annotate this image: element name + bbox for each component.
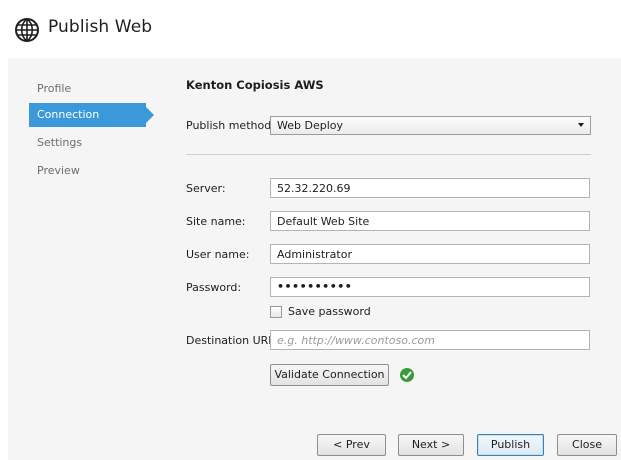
- close-button[interactable]: Close: [557, 434, 617, 456]
- nav-item-connection[interactable]: Connection: [29, 103, 154, 127]
- save-password-label[interactable]: Save password: [288, 305, 371, 318]
- nav-item-settings[interactable]: Settings: [37, 133, 82, 153]
- nav-item-profile[interactable]: Profile: [37, 79, 71, 99]
- globe-icon: [14, 17, 40, 43]
- publish-method-label: Publish method:: [186, 119, 275, 132]
- dialog-title: Publish Web: [48, 17, 153, 37]
- user-name-input[interactable]: [270, 244, 590, 264]
- dropdown-arrow-icon: [578, 123, 584, 127]
- validation-success-icon: [400, 368, 414, 382]
- publish-method-select[interactable]: Web Deploy: [270, 116, 591, 135]
- publish-button[interactable]: Publish: [477, 434, 544, 456]
- section-divider: [186, 154, 591, 155]
- save-password-checkbox[interactable]: [270, 306, 282, 318]
- user-name-label: User name:: [186, 248, 250, 261]
- dialog-content: Profile Connection Settings Preview Kent…: [8, 58, 621, 460]
- destination-url-input[interactable]: [270, 330, 590, 350]
- site-name-label: Site name:: [186, 215, 246, 228]
- password-input[interactable]: ••••••••••: [270, 277, 590, 297]
- profile-name: Kenton Copiosis AWS: [186, 78, 324, 92]
- dialog-header: Publish Web: [0, 0, 621, 56]
- prev-button[interactable]: < Prev: [317, 434, 386, 456]
- destination-url-label: Destination URL:: [186, 334, 279, 347]
- server-label: Server:: [186, 182, 226, 195]
- password-label: Password:: [186, 281, 242, 294]
- nav-item-preview[interactable]: Preview: [37, 161, 80, 181]
- site-name-input[interactable]: [270, 211, 590, 231]
- publish-method-value: Web Deploy: [277, 119, 343, 132]
- validate-connection-button[interactable]: Validate Connection: [270, 364, 389, 386]
- next-button[interactable]: Next >: [398, 434, 464, 456]
- server-input[interactable]: [270, 178, 590, 198]
